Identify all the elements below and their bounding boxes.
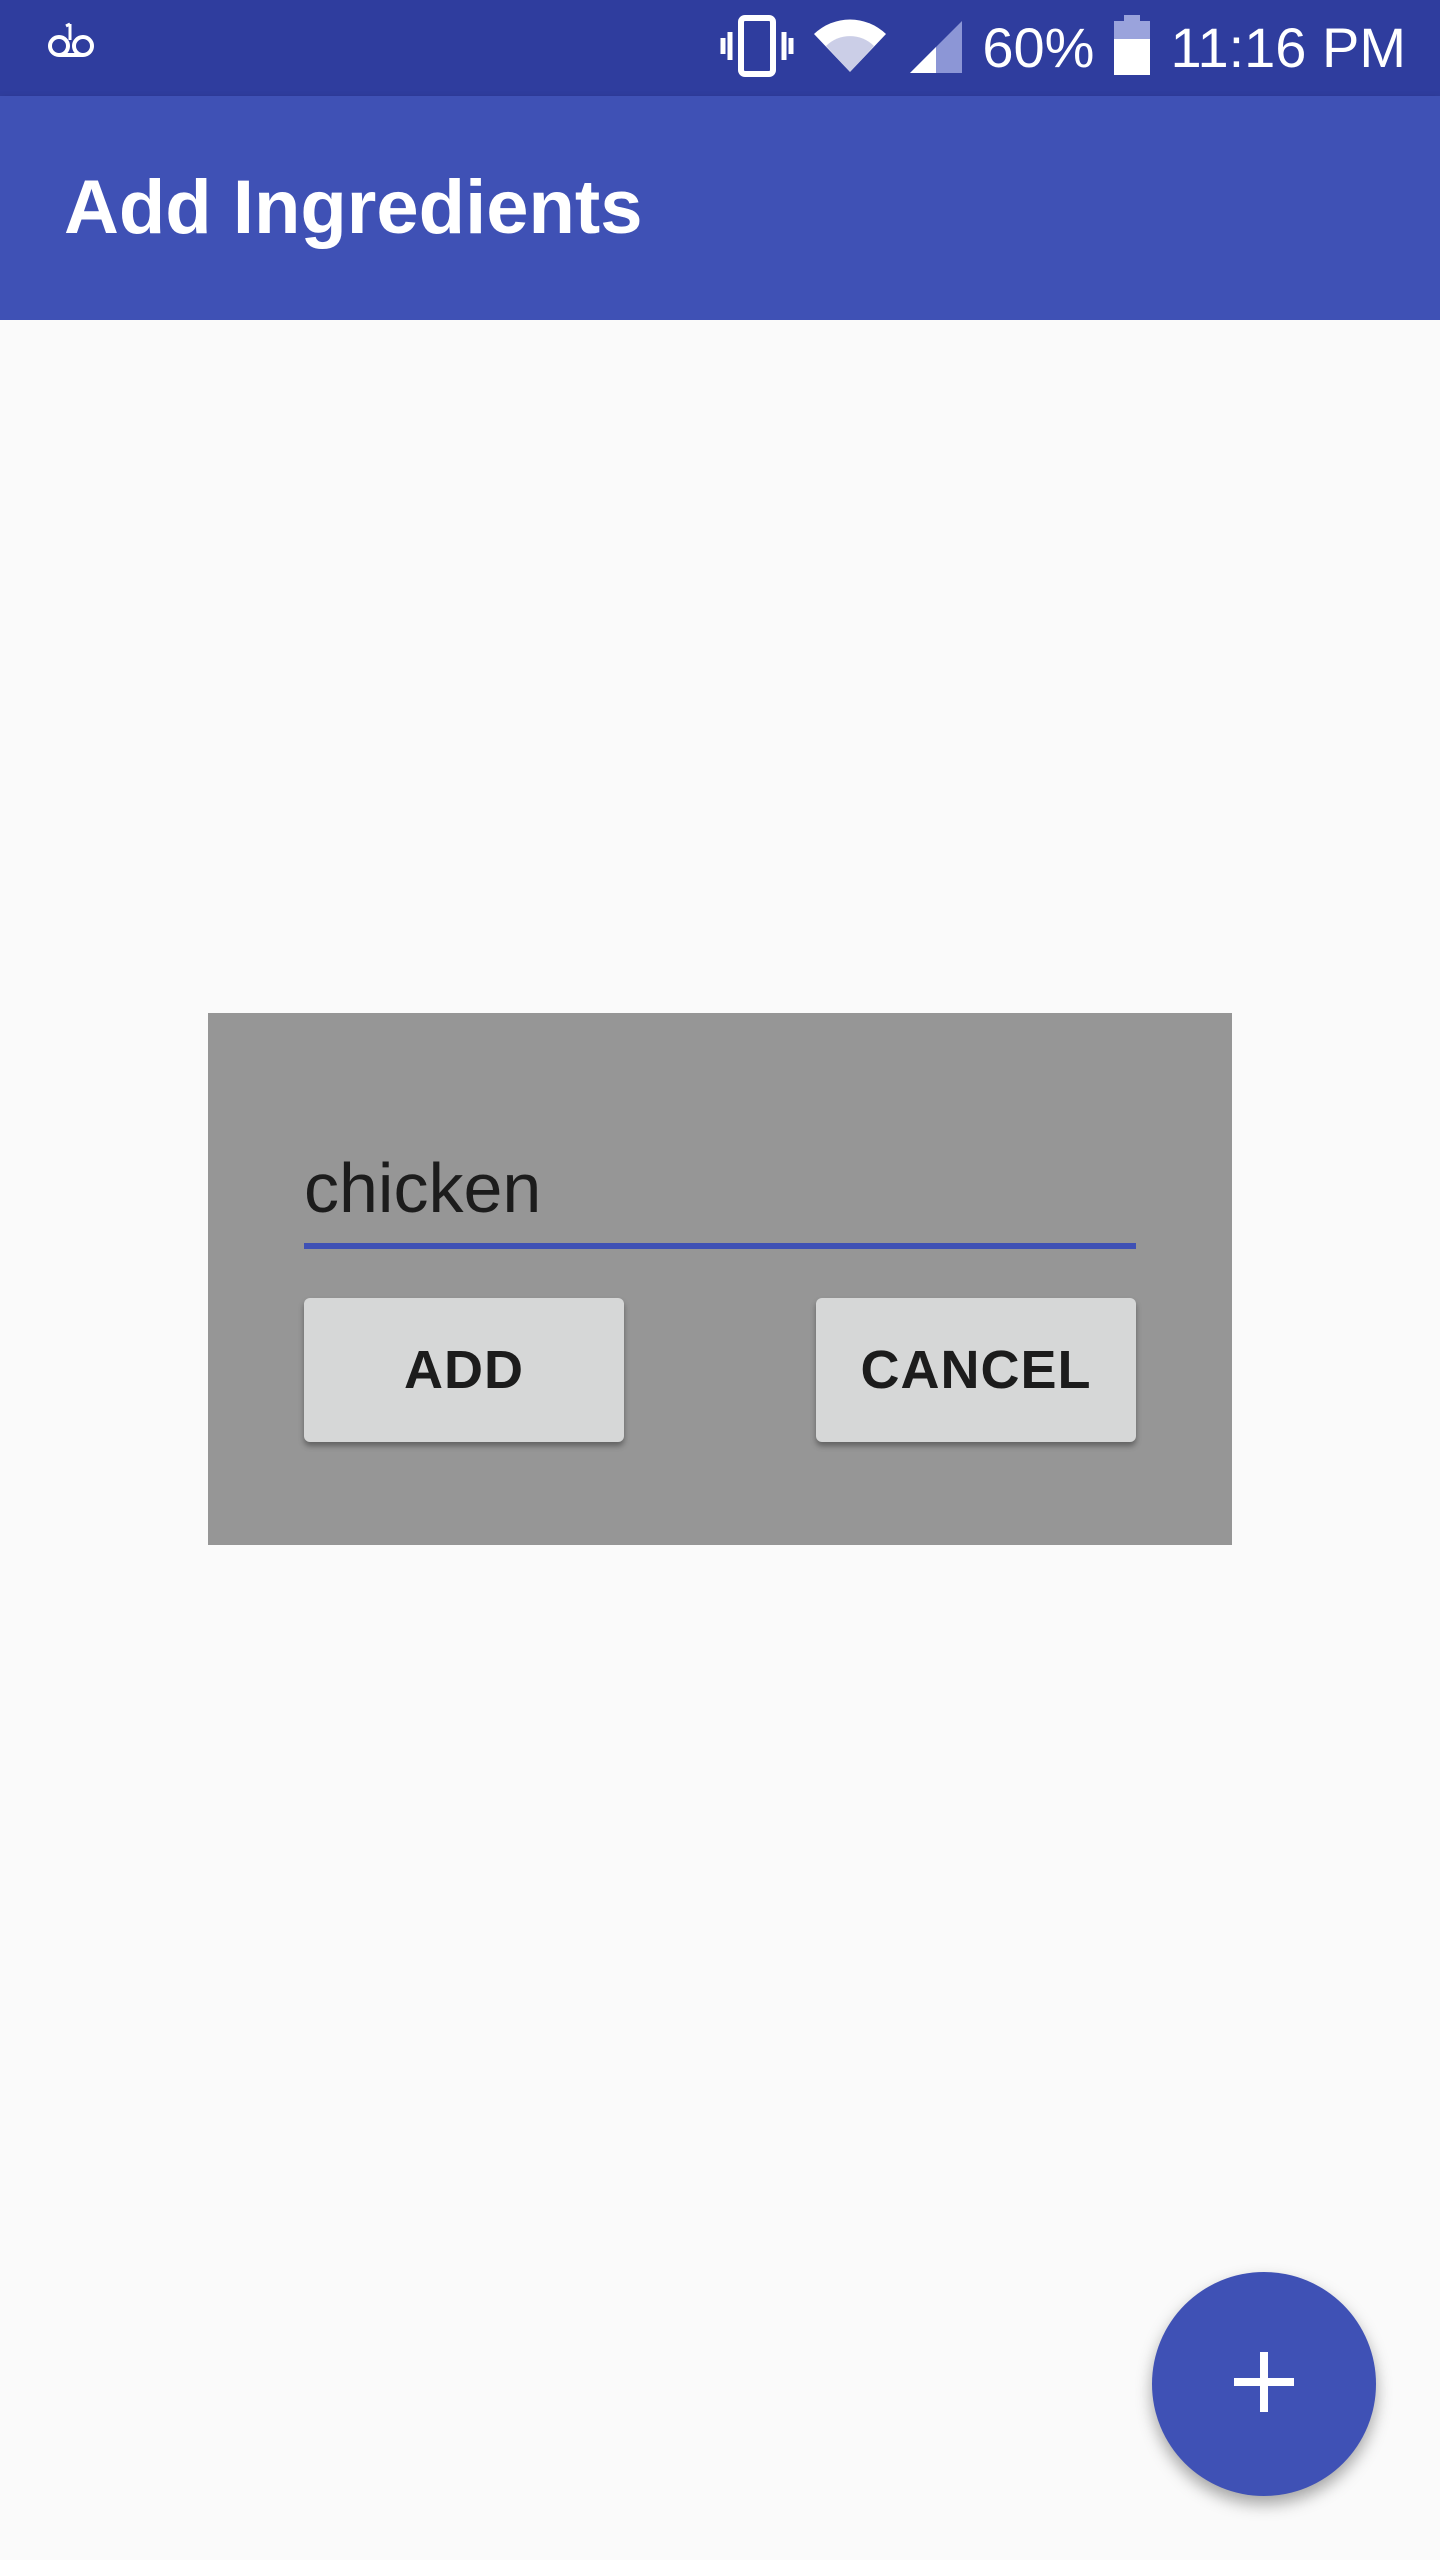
app-bar: Add Ingredients xyxy=(0,96,1440,320)
ingredient-input[interactable] xyxy=(304,1133,1136,1249)
cancel-button[interactable]: CANCEL xyxy=(816,1298,1136,1442)
signal-icon xyxy=(906,17,964,80)
add-ingredient-dialog: ADD CANCEL xyxy=(208,1013,1232,1545)
wifi-icon xyxy=(812,18,888,79)
voicemail-icon xyxy=(46,18,96,68)
status-bar: 60% 11:16 PM xyxy=(0,0,1440,96)
add-button[interactable]: ADD xyxy=(304,1298,624,1442)
battery-icon xyxy=(1112,14,1152,82)
status-indicators: 60% 11:16 PM xyxy=(720,0,1406,96)
add-fab-button[interactable] xyxy=(1152,2272,1376,2496)
page-title: Add Ingredients xyxy=(64,165,643,250)
status-time: 11:16 PM xyxy=(1170,16,1406,79)
plus-icon xyxy=(1232,2350,1296,2419)
vibrate-icon xyxy=(720,14,794,83)
battery-percent: 60% xyxy=(982,16,1095,79)
